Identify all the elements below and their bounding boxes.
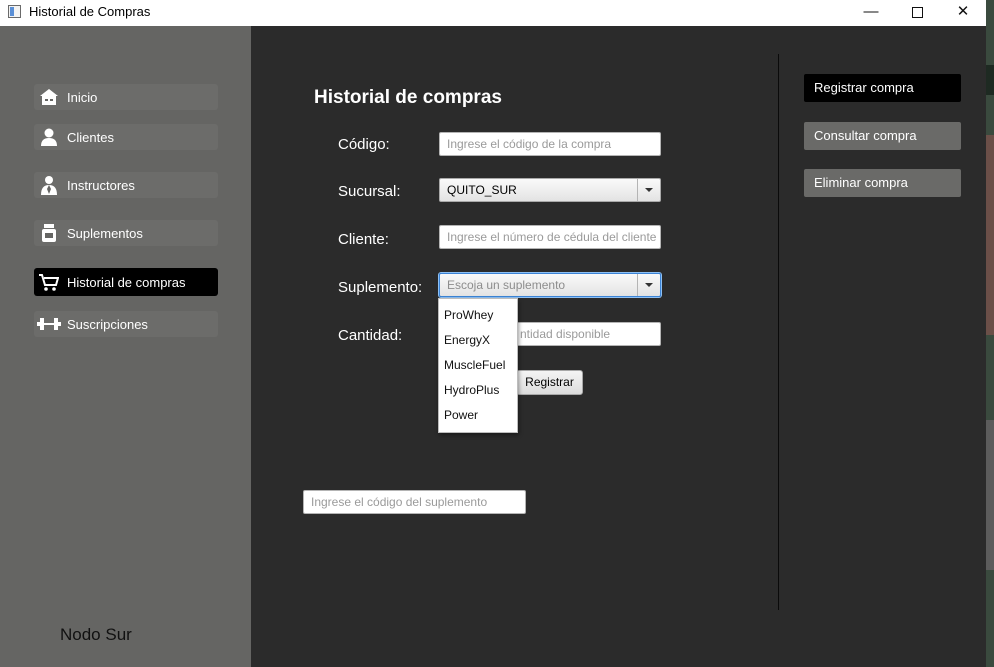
chevron-down-icon[interactable]	[637, 179, 660, 201]
suplemento-select[interactable]: Escoja un suplemento	[439, 273, 661, 297]
cliente-input[interactable]: Ingrese el número de cédula del cliente	[439, 225, 661, 249]
eliminar-compra-button[interactable]: Eliminar compra	[804, 169, 961, 197]
dropdown-option[interactable]: ProWhey	[444, 308, 493, 322]
instructor-icon	[41, 176, 57, 195]
close-button[interactable]: ✕	[940, 0, 986, 26]
sidebar-item-instructores[interactable]: Instructores	[34, 172, 218, 198]
cliente-label: Cliente:	[338, 231, 389, 248]
maximize-button[interactable]	[894, 0, 940, 26]
page-title: Historial de compras	[314, 87, 502, 108]
cantidad-label: Cantidad:	[338, 327, 403, 344]
sidebar-item-inicio[interactable]: Inicio	[34, 84, 218, 110]
supplement-jar-icon	[42, 224, 56, 242]
consultar-compra-button[interactable]: Consultar compra	[804, 122, 961, 150]
sidebar-item-label: Inicio	[67, 90, 98, 105]
user-icon	[41, 128, 57, 146]
background-window-edge	[986, 0, 994, 667]
main-panel: Historial de compras Código: Ingrese el …	[251, 26, 986, 667]
sidebar-item-clientes[interactable]: Clientes	[34, 124, 218, 150]
sidebar-item-suplementos[interactable]: Suplementos	[34, 220, 218, 246]
window-title: Historial de Compras	[29, 4, 151, 19]
sucursal-select[interactable]: QUITO_SUR	[439, 178, 661, 202]
cart-icon	[39, 274, 59, 291]
minimize-button[interactable]: —	[848, 0, 894, 26]
vertical-divider	[778, 54, 779, 610]
sidebar-item-historial-de-compras[interactable]: Historial de compras	[34, 268, 218, 296]
sucursal-label: Sucursal:	[338, 183, 401, 200]
maximize-icon	[911, 7, 923, 18]
suplemento-label: Suplemento:	[338, 279, 423, 296]
registrar-compra-button[interactable]: Registrar compra	[804, 74, 961, 102]
dropdown-option[interactable]: EnergyX	[444, 333, 490, 347]
sidebar-item-suscripciones[interactable]: Suscripciones	[34, 311, 218, 337]
chevron-down-icon[interactable]	[637, 274, 660, 296]
codigo-suplemento-input[interactable]: Ingrese el código del suplemento	[303, 490, 526, 514]
sidebar-item-label: Instructores	[67, 178, 135, 193]
title-bar: Historial de Compras — ✕	[0, 0, 986, 26]
sidebar-item-label: Historial de compras	[67, 275, 186, 290]
node-label: Nodo Sur	[60, 625, 132, 644]
dumbbell-icon	[37, 318, 61, 330]
app-window-icon	[8, 5, 21, 18]
codigo-label: Código:	[338, 136, 390, 153]
sidebar-item-label: Clientes	[67, 130, 114, 145]
edge-strip	[986, 65, 994, 95]
sidebar-item-label: Suscripciones	[67, 317, 148, 332]
codigo-input[interactable]: Ingrese el código de la compra	[439, 132, 661, 156]
dropdown-option[interactable]: MuscleFuel	[444, 358, 505, 372]
suplemento-dropdown-list: ProWhey EnergyX MuscleFuel HydroPlus Pow…	[438, 298, 518, 433]
home-icon	[40, 89, 58, 105]
edge-strip	[986, 135, 994, 335]
sucursal-value: QUITO_SUR	[447, 183, 517, 197]
registrar-button[interactable]: Registrar	[516, 370, 583, 395]
dropdown-option[interactable]: Power	[444, 408, 478, 422]
dropdown-option[interactable]: HydroPlus	[444, 383, 499, 397]
sidebar-item-label: Suplementos	[67, 226, 143, 241]
sidebar: Inicio Clientes Instructores Suplementos	[0, 26, 251, 667]
suplemento-placeholder: Escoja un suplemento	[447, 278, 566, 292]
edge-strip	[986, 420, 994, 570]
